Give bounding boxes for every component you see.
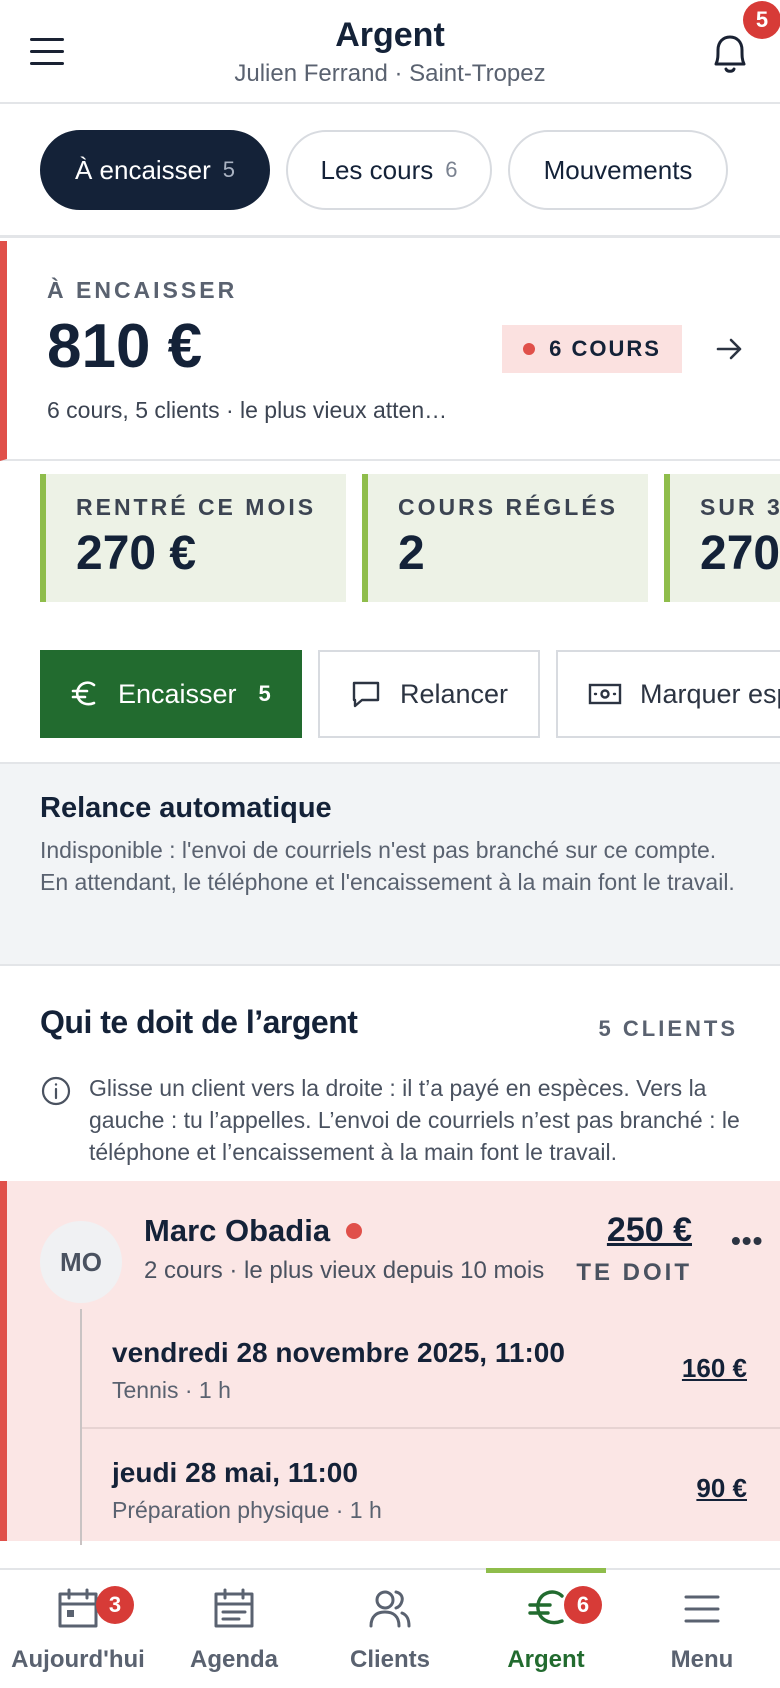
swipe-hint: Glisse un client vers la droite : il t’a… — [89, 1075, 740, 1165]
client-name: Marc Obadia — [144, 1213, 331, 1248]
pill-label: 6 COURS — [549, 336, 661, 361]
tab-mouvements[interactable]: Mouvements — [508, 130, 728, 210]
debtors-section-title: Qui te doit de l’argent — [40, 1004, 358, 1040]
lesson-list: vendredi 28 novembre 2025, 11:00 Tennis … — [80, 1309, 780, 1545]
auto-reminder-panel: Relance automatique Indisponible : l'env… — [0, 762, 780, 966]
message-icon — [350, 678, 382, 710]
collect-label: Encaisser — [118, 678, 237, 709]
remind-label: Relancer — [400, 678, 509, 709]
overdue-dot-icon — [346, 1223, 363, 1239]
debtors-count: 5 CLIENTS — [598, 1016, 738, 1041]
tab-bar: À encaisser 5 Les cours 6 Mouvements — [0, 106, 780, 238]
bell-icon[interactable] — [708, 30, 752, 76]
lesson-date: vendredi 28 novembre 2025, 11:00 — [112, 1337, 565, 1368]
stat-label: COURS RÉGLÉS — [398, 494, 619, 520]
tab-count: 5 — [222, 157, 236, 182]
tab-label: Les cours — [320, 154, 434, 185]
menu-icon — [684, 1595, 720, 1623]
lesson-amount[interactable]: 160 € — [682, 1353, 747, 1384]
alert-dot-icon — [523, 343, 536, 355]
nav-label: Clients — [349, 1646, 430, 1673]
users-icon — [369, 1590, 411, 1628]
bottom-navigation: 3 Aujourd'hui Agenda Clients 6 Argent Me… — [0, 1568, 780, 1688]
nav-agenda[interactable]: Agenda — [156, 1570, 312, 1688]
auto-reminder-body: Indisponible : l'envoi de courriels n'es… — [40, 837, 735, 895]
client-card[interactable]: MO Marc Obadia 2 cours · le plus vieux d… — [0, 1181, 780, 1545]
client-name-row: Marc Obadia — [144, 1213, 363, 1249]
collect-button[interactable]: Encaisser 5 — [40, 650, 302, 738]
app-header: Argent Julien Ferrand · Saint-Tropez 5 — [0, 0, 780, 104]
euro-icon — [528, 1590, 564, 1625]
nav-today[interactable]: 3 Aujourd'hui — [0, 1570, 156, 1688]
nav-menu[interactable]: Menu — [624, 1570, 780, 1688]
calendar-today-icon — [58, 1588, 98, 1628]
summary-description: 6 cours, 5 clients · le plus vieux atten… — [47, 397, 448, 423]
lesson-row[interactable]: vendredi 28 novembre 2025, 11:00 Tennis … — [82, 1309, 780, 1427]
nav-label: Menu — [670, 1646, 734, 1673]
nav-label: Agenda — [189, 1646, 278, 1673]
auto-reminder-title: Relance automatique — [40, 792, 332, 824]
lesson-date: jeudi 28 mai, 11:00 — [112, 1457, 358, 1488]
tab-label: Mouvements — [543, 154, 693, 185]
tab-label: À encaisser — [74, 154, 211, 185]
calendar-icon — [214, 1588, 254, 1628]
page-title: Argent — [335, 16, 445, 54]
page-subtitle: Julien Ferrand · Saint-Tropez — [234, 60, 546, 87]
lesson-row[interactable]: jeudi 28 mai, 11:00 Préparation physique… — [82, 1427, 780, 1545]
mark-cash-button[interactable]: Marquer esp — [556, 650, 780, 738]
client-detail: 2 cours · le plus vieux depuis 10 mois — [144, 1257, 545, 1284]
stat-card-month: RENTRÉ CE MOIS 270 € — [40, 474, 346, 602]
lesson-detail: Tennis · 1 h — [112, 1377, 231, 1403]
tab-les-cours[interactable]: Les cours 6 — [286, 130, 492, 210]
arrow-right-icon[interactable] — [713, 333, 745, 365]
info-icon — [41, 1076, 71, 1106]
stat-label: RENTRÉ CE MOIS — [76, 494, 317, 520]
nav-badge: 6 — [564, 1586, 602, 1624]
nav-argent[interactable]: 6 Argent — [468, 1568, 624, 1688]
notification-badge: 5 — [743, 1, 780, 39]
collect-summary-card[interactable]: À ENCAISSER 810 € 6 cours, 5 clients · l… — [0, 241, 780, 461]
stat-card-paid-lessons: COURS RÉGLÉS 2 — [362, 474, 648, 602]
client-due-label: TE DOIT — [576, 1259, 692, 1286]
stat-value: 270 € — [76, 527, 197, 580]
tab-count: 6 — [445, 157, 458, 182]
mark-cash-label: Marquer esp — [640, 678, 780, 709]
summary-amount: 810 € — [47, 312, 203, 381]
nav-badge: 3 — [96, 1586, 134, 1624]
euro-icon — [70, 679, 100, 709]
remind-button[interactable]: Relancer — [318, 650, 540, 738]
avatar: MO — [40, 1221, 122, 1303]
lessons-count-pill: 6 COURS — [502, 325, 682, 373]
lesson-amount[interactable]: 90 € — [696, 1473, 747, 1504]
client-amount[interactable]: 250 € — [607, 1211, 692, 1250]
collect-count: 5 — [258, 681, 271, 706]
banknote-icon — [588, 681, 622, 707]
stat-label: SUR 3 — [700, 494, 780, 520]
more-options-icon[interactable]: ••• — [731, 1225, 763, 1257]
nav-label: Aujourd'hui — [11, 1646, 145, 1673]
summary-label: À ENCAISSER — [47, 277, 238, 303]
stat-value: 2 — [398, 527, 425, 580]
lesson-detail: Préparation physique · 1 h — [112, 1497, 382, 1523]
nav-label: Argent — [507, 1646, 585, 1673]
tab-a-encaisser[interactable]: À encaisser 5 — [40, 130, 270, 210]
stat-card-over-period: SUR 3 270 — [664, 474, 780, 602]
nav-clients[interactable]: Clients — [312, 1570, 468, 1688]
stat-value: 270 — [700, 527, 780, 580]
